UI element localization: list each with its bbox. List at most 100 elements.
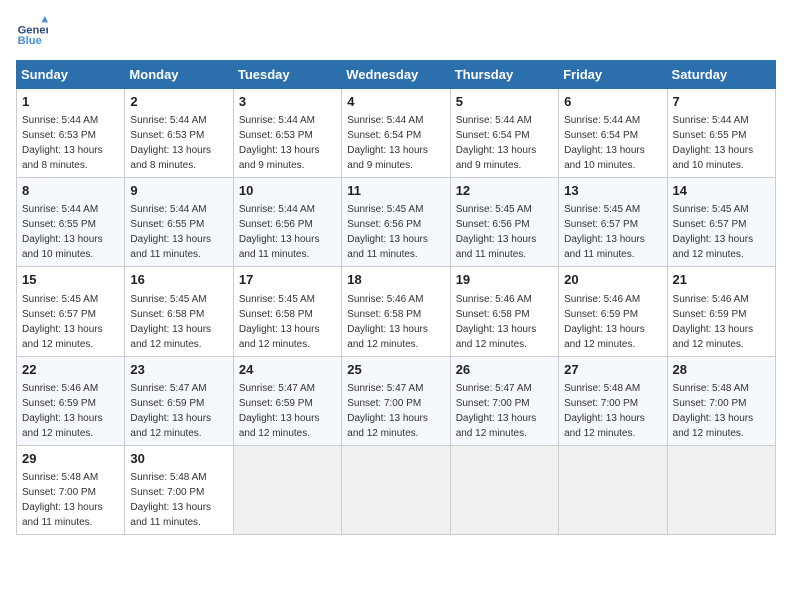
day-number: 25	[347, 361, 444, 379]
day-number: 11	[347, 182, 444, 200]
calendar-cell: 9 Sunrise: 5:44 AMSunset: 6:55 PMDayligh…	[125, 178, 233, 267]
logo: General Blue	[16, 16, 48, 48]
calendar-cell: 23 Sunrise: 5:47 AMSunset: 6:59 PMDaylig…	[125, 356, 233, 445]
day-number: 27	[564, 361, 661, 379]
day-info: Sunrise: 5:44 AMSunset: 6:54 PMDaylight:…	[564, 115, 645, 171]
day-info: Sunrise: 5:46 AMSunset: 6:58 PMDaylight:…	[347, 294, 428, 350]
col-thursday: Thursday	[450, 61, 558, 89]
calendar-cell: 7 Sunrise: 5:44 AMSunset: 6:55 PMDayligh…	[667, 89, 775, 178]
col-sunday: Sunday	[17, 61, 125, 89]
calendar-cell: 30 Sunrise: 5:48 AMSunset: 7:00 PMDaylig…	[125, 445, 233, 534]
day-number: 1	[22, 93, 119, 111]
calendar-cell: 22 Sunrise: 5:46 AMSunset: 6:59 PMDaylig…	[17, 356, 125, 445]
calendar-cell	[342, 445, 450, 534]
day-info: Sunrise: 5:45 AMSunset: 6:57 PMDaylight:…	[673, 204, 754, 260]
day-info: Sunrise: 5:48 AMSunset: 7:00 PMDaylight:…	[673, 383, 754, 439]
calendar-cell: 18 Sunrise: 5:46 AMSunset: 6:58 PMDaylig…	[342, 267, 450, 356]
day-info: Sunrise: 5:44 AMSunset: 6:56 PMDaylight:…	[239, 204, 320, 260]
col-friday: Friday	[559, 61, 667, 89]
calendar-cell: 5 Sunrise: 5:44 AMSunset: 6:54 PMDayligh…	[450, 89, 558, 178]
calendar-cell: 27 Sunrise: 5:48 AMSunset: 7:00 PMDaylig…	[559, 356, 667, 445]
day-number: 2	[130, 93, 227, 111]
col-saturday: Saturday	[667, 61, 775, 89]
calendar-cell: 28 Sunrise: 5:48 AMSunset: 7:00 PMDaylig…	[667, 356, 775, 445]
calendar-row: 22 Sunrise: 5:46 AMSunset: 6:59 PMDaylig…	[17, 356, 776, 445]
calendar-table: Sunday Monday Tuesday Wednesday Thursday…	[16, 60, 776, 535]
col-wednesday: Wednesday	[342, 61, 450, 89]
day-number: 5	[456, 93, 553, 111]
calendar-row: 15 Sunrise: 5:45 AMSunset: 6:57 PMDaylig…	[17, 267, 776, 356]
day-number: 14	[673, 182, 770, 200]
day-info: Sunrise: 5:46 AMSunset: 6:59 PMDaylight:…	[564, 294, 645, 350]
day-info: Sunrise: 5:46 AMSunset: 6:59 PMDaylight:…	[22, 383, 103, 439]
calendar-row: 8 Sunrise: 5:44 AMSunset: 6:55 PMDayligh…	[17, 178, 776, 267]
day-number: 6	[564, 93, 661, 111]
calendar-cell: 4 Sunrise: 5:44 AMSunset: 6:54 PMDayligh…	[342, 89, 450, 178]
day-number: 29	[22, 450, 119, 468]
page-header: General Blue	[16, 16, 776, 48]
calendar-cell: 14 Sunrise: 5:45 AMSunset: 6:57 PMDaylig…	[667, 178, 775, 267]
day-info: Sunrise: 5:44 AMSunset: 6:53 PMDaylight:…	[22, 115, 103, 171]
calendar-cell: 24 Sunrise: 5:47 AMSunset: 6:59 PMDaylig…	[233, 356, 341, 445]
day-number: 7	[673, 93, 770, 111]
day-number: 19	[456, 271, 553, 289]
calendar-cell: 10 Sunrise: 5:44 AMSunset: 6:56 PMDaylig…	[233, 178, 341, 267]
calendar-cell: 26 Sunrise: 5:47 AMSunset: 7:00 PMDaylig…	[450, 356, 558, 445]
day-number: 21	[673, 271, 770, 289]
svg-text:Blue: Blue	[18, 35, 42, 47]
day-info: Sunrise: 5:45 AMSunset: 6:56 PMDaylight:…	[456, 204, 537, 260]
calendar-cell: 2 Sunrise: 5:44 AMSunset: 6:53 PMDayligh…	[125, 89, 233, 178]
day-number: 8	[22, 182, 119, 200]
day-info: Sunrise: 5:44 AMSunset: 6:53 PMDaylight:…	[130, 115, 211, 171]
day-number: 9	[130, 182, 227, 200]
calendar-cell: 29 Sunrise: 5:48 AMSunset: 7:00 PMDaylig…	[17, 445, 125, 534]
calendar-cell: 1 Sunrise: 5:44 AMSunset: 6:53 PMDayligh…	[17, 89, 125, 178]
calendar-cell: 15 Sunrise: 5:45 AMSunset: 6:57 PMDaylig…	[17, 267, 125, 356]
calendar-cell	[667, 445, 775, 534]
day-number: 24	[239, 361, 336, 379]
day-info: Sunrise: 5:44 AMSunset: 6:55 PMDaylight:…	[22, 204, 103, 260]
day-number: 28	[673, 361, 770, 379]
day-info: Sunrise: 5:48 AMSunset: 7:00 PMDaylight:…	[564, 383, 645, 439]
day-number: 12	[456, 182, 553, 200]
day-info: Sunrise: 5:46 AMSunset: 6:59 PMDaylight:…	[673, 294, 754, 350]
day-number: 18	[347, 271, 444, 289]
calendar-cell: 19 Sunrise: 5:46 AMSunset: 6:58 PMDaylig…	[450, 267, 558, 356]
logo-icon: General Blue	[16, 16, 48, 48]
day-info: Sunrise: 5:44 AMSunset: 6:54 PMDaylight:…	[347, 115, 428, 171]
day-info: Sunrise: 5:47 AMSunset: 7:00 PMDaylight:…	[347, 383, 428, 439]
calendar-cell: 3 Sunrise: 5:44 AMSunset: 6:53 PMDayligh…	[233, 89, 341, 178]
day-number: 15	[22, 271, 119, 289]
day-number: 26	[456, 361, 553, 379]
day-number: 13	[564, 182, 661, 200]
day-info: Sunrise: 5:45 AMSunset: 6:57 PMDaylight:…	[22, 294, 103, 350]
day-info: Sunrise: 5:47 AMSunset: 6:59 PMDaylight:…	[239, 383, 320, 439]
day-info: Sunrise: 5:48 AMSunset: 7:00 PMDaylight:…	[22, 472, 103, 528]
calendar-header-row: Sunday Monday Tuesday Wednesday Thursday…	[17, 61, 776, 89]
day-info: Sunrise: 5:44 AMSunset: 6:55 PMDaylight:…	[673, 115, 754, 171]
col-tuesday: Tuesday	[233, 61, 341, 89]
day-number: 23	[130, 361, 227, 379]
calendar-cell	[559, 445, 667, 534]
day-number: 22	[22, 361, 119, 379]
day-number: 17	[239, 271, 336, 289]
calendar-cell: 20 Sunrise: 5:46 AMSunset: 6:59 PMDaylig…	[559, 267, 667, 356]
calendar-cell: 16 Sunrise: 5:45 AMSunset: 6:58 PMDaylig…	[125, 267, 233, 356]
day-info: Sunrise: 5:46 AMSunset: 6:58 PMDaylight:…	[456, 294, 537, 350]
day-info: Sunrise: 5:45 AMSunset: 6:56 PMDaylight:…	[347, 204, 428, 260]
day-number: 10	[239, 182, 336, 200]
calendar-row: 1 Sunrise: 5:44 AMSunset: 6:53 PMDayligh…	[17, 89, 776, 178]
day-info: Sunrise: 5:47 AMSunset: 6:59 PMDaylight:…	[130, 383, 211, 439]
day-number: 3	[239, 93, 336, 111]
day-info: Sunrise: 5:44 AMSunset: 6:54 PMDaylight:…	[456, 115, 537, 171]
day-info: Sunrise: 5:45 AMSunset: 6:58 PMDaylight:…	[130, 294, 211, 350]
calendar-cell: 12 Sunrise: 5:45 AMSunset: 6:56 PMDaylig…	[450, 178, 558, 267]
day-info: Sunrise: 5:45 AMSunset: 6:57 PMDaylight:…	[564, 204, 645, 260]
day-info: Sunrise: 5:45 AMSunset: 6:58 PMDaylight:…	[239, 294, 320, 350]
day-number: 4	[347, 93, 444, 111]
calendar-cell: 13 Sunrise: 5:45 AMSunset: 6:57 PMDaylig…	[559, 178, 667, 267]
calendar-cell	[450, 445, 558, 534]
day-number: 20	[564, 271, 661, 289]
calendar-cell: 25 Sunrise: 5:47 AMSunset: 7:00 PMDaylig…	[342, 356, 450, 445]
calendar-cell: 11 Sunrise: 5:45 AMSunset: 6:56 PMDaylig…	[342, 178, 450, 267]
